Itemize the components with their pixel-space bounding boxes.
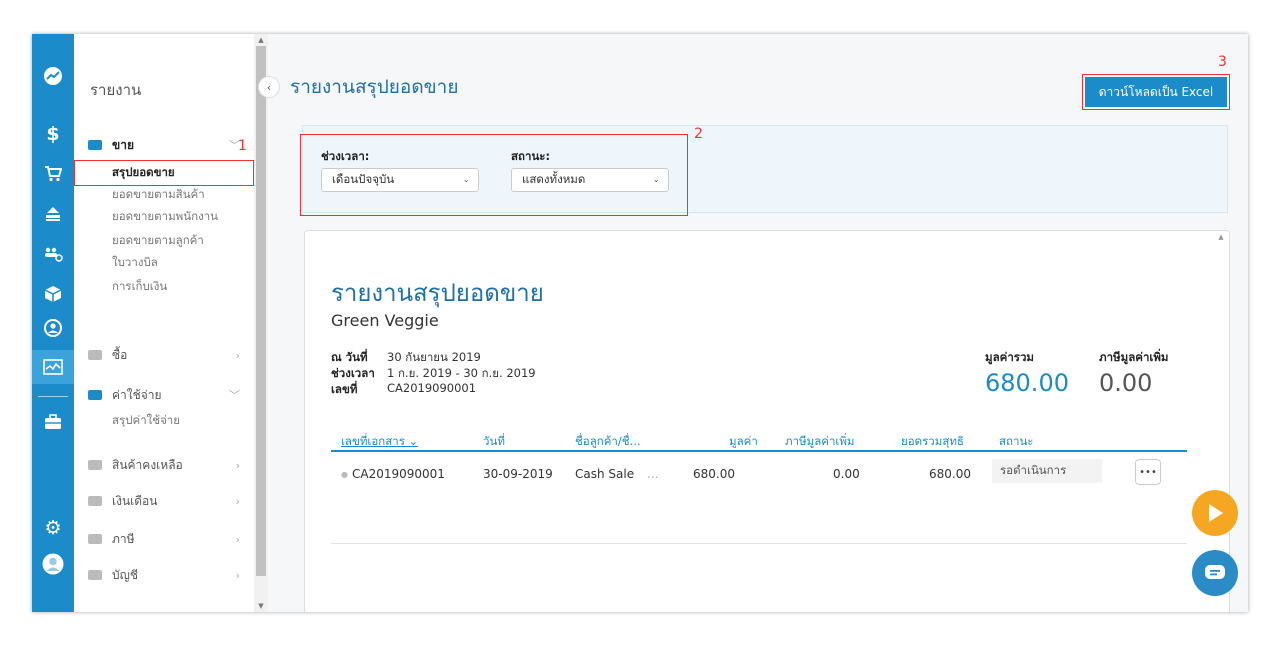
row-dot-icon: ●: [341, 470, 348, 479]
col-header-status: สถานะ: [999, 434, 1034, 448]
total-value: 680.00: [985, 369, 1069, 397]
chart-icon: [88, 534, 102, 544]
menu-item-sales-by-product[interactable]: ยอดขายตามสินค้า: [112, 184, 252, 204]
chat-icon: [1205, 565, 1225, 579]
menu-item-collection[interactable]: การเก็บเงิน: [112, 276, 252, 296]
chart-icon: [88, 390, 102, 400]
vat-value: 0.00: [1099, 369, 1153, 397]
status-badge: รอดำเนินการ: [992, 459, 1102, 483]
chat-button[interactable]: [1192, 550, 1238, 596]
user-circle-icon[interactable]: [32, 316, 74, 340]
page-title: รายงานสรุปยอดขาย: [290, 76, 459, 98]
menu-group-label: สินค้าคงเหลือ: [112, 457, 183, 472]
col-header-doc-number[interactable]: เลขที่เอกสาร ⌄: [341, 433, 418, 451]
cell-customer: Cash Sale: [575, 467, 635, 481]
col-header-date: วันที่: [483, 434, 505, 448]
chevron-right-icon: ›: [235, 348, 240, 362]
annotation-label-3: 3: [1218, 54, 1227, 70]
menu-item-expense-summary[interactable]: สรุปค่าใช้จ่าย: [112, 410, 252, 430]
play-icon: [1209, 504, 1223, 522]
menu-title: รายงาน: [90, 81, 142, 99]
chart-icon: [88, 350, 102, 360]
menu-group-label: ซื้อ: [112, 347, 128, 362]
annotation-box-2: [300, 134, 688, 216]
table-header-line: [331, 450, 1187, 452]
menu-group-sales[interactable]: ขาย ﹀: [74, 134, 254, 156]
collapse-sidebar-button[interactable]: ‹: [258, 76, 280, 98]
chevron-left-icon: ‹: [266, 80, 272, 94]
col-header-customer: ชื่อลูกค้า/ชื่...: [575, 434, 641, 448]
menu-group-label: ขาย: [112, 137, 134, 152]
menu-group-accounting[interactable]: บัญชี ›: [74, 564, 254, 586]
report-icon[interactable]: [32, 350, 74, 384]
app-window: $ ⚙ รายงาน ขาย ﹀ สรุปยอดขาย ยอดขายตามสิน…: [32, 34, 1248, 612]
chart-icon: [88, 460, 102, 470]
report-menu: รายงาน ขาย ﹀ สรุปยอดขาย ยอดขายตามสินค้า …: [74, 34, 254, 612]
cell-vat: 0.00: [833, 467, 860, 481]
menu-group-tax[interactable]: ภาษี ›: [74, 528, 254, 550]
menu-item-billing-note[interactable]: ใบวางบิล: [112, 252, 252, 272]
menu-item-sales-by-customer[interactable]: ยอดขายตามลูกค้า: [112, 230, 252, 250]
table-bottom-line: [331, 543, 1187, 544]
report-card: รายงานสรุปยอดขาย Green Veggie ณ วันที่ 3…: [304, 230, 1230, 612]
cell-customer-ellipsis: ...: [647, 467, 659, 481]
chevron-down-icon: ﹀: [229, 389, 240, 402]
chart-icon: [88, 570, 102, 580]
cell-doc-number[interactable]: CA2019090001: [352, 467, 445, 481]
rail-divider: [38, 396, 68, 397]
dashboard-icon[interactable]: [32, 64, 74, 88]
menu-scrollbar[interactable]: ▲ ▼: [254, 34, 268, 612]
doc-number-label: เลขที่: [331, 382, 358, 396]
menu-group-payroll[interactable]: เงินเดือน ›: [74, 490, 254, 512]
more-options-button[interactable]: •••: [1135, 459, 1161, 485]
dollar-icon[interactable]: $: [32, 122, 74, 146]
cell-amount: 680.00: [693, 467, 735, 481]
menu-group-label: ค่าใช้จ่าย: [112, 387, 162, 402]
box-icon[interactable]: [32, 282, 74, 306]
scroll-down-icon[interactable]: ▼: [254, 602, 268, 610]
vat-label: ภาษีมูลค่าเพิ่ม: [1099, 350, 1169, 364]
menu-group-expense[interactable]: ค่าใช้จ่าย ﹀: [74, 384, 254, 406]
total-label: มูลค่ารวม: [985, 350, 1034, 364]
avatar-icon[interactable]: [32, 552, 74, 576]
cell-date: 30-09-2019: [483, 467, 553, 481]
chevron-right-icon: ›: [235, 458, 240, 472]
play-video-button[interactable]: [1192, 490, 1238, 536]
chevron-right-icon: ›: [235, 568, 240, 582]
gear-icon[interactable]: ⚙: [32, 516, 74, 540]
chart-icon: [88, 140, 102, 150]
menu-group-inventory[interactable]: สินค้าคงเหลือ ›: [74, 454, 254, 476]
chevron-right-icon: ›: [235, 494, 240, 508]
scrollbar-thumb[interactable]: [256, 46, 266, 576]
cell-net: 680.00: [929, 467, 971, 481]
upload-icon[interactable]: [32, 202, 74, 226]
main-content: ‹ รายงานสรุปยอดขาย 3 ดาวน์โหลดเป็น Excel…: [258, 34, 1248, 612]
chevron-right-icon: ›: [235, 532, 240, 546]
menu-group-label: ภาษี: [112, 531, 135, 546]
col-header-amount: มูลค่า: [729, 434, 758, 448]
contacts-icon[interactable]: [32, 242, 74, 266]
download-excel-button[interactable]: ดาวน์โหลดเป็น Excel: [1085, 77, 1227, 107]
company-name: Green Veggie: [331, 311, 439, 330]
doc-number-value: CA2019090001: [387, 381, 477, 395]
briefcase-icon[interactable]: [32, 410, 74, 434]
col-header-vat: ภาษีมูลค่าเพิ่ม: [785, 434, 855, 448]
report-title: รายงานสรุปยอดขาย: [331, 279, 544, 307]
menu-item-sales-by-employee[interactable]: ยอดขายตามพนักงาน: [112, 206, 252, 226]
annotation-label-1: 1: [238, 138, 247, 154]
menu-group-label: บัญชี: [112, 567, 138, 582]
col-header-net: ยอดรวมสุทธิ: [901, 434, 964, 448]
menu-group-purchase[interactable]: ซื้อ ›: [74, 344, 254, 366]
icon-rail: $ ⚙: [32, 34, 74, 612]
scroll-up-icon[interactable]: ▲: [1215, 233, 1227, 241]
menu-group-label: เงินเดือน: [112, 493, 158, 508]
cart-icon[interactable]: [32, 162, 74, 186]
scroll-up-icon[interactable]: ▲: [254, 36, 268, 44]
annotation-box-1: [74, 160, 254, 186]
chart-icon: [88, 496, 102, 506]
annotation-label-2: 2: [694, 126, 703, 142]
